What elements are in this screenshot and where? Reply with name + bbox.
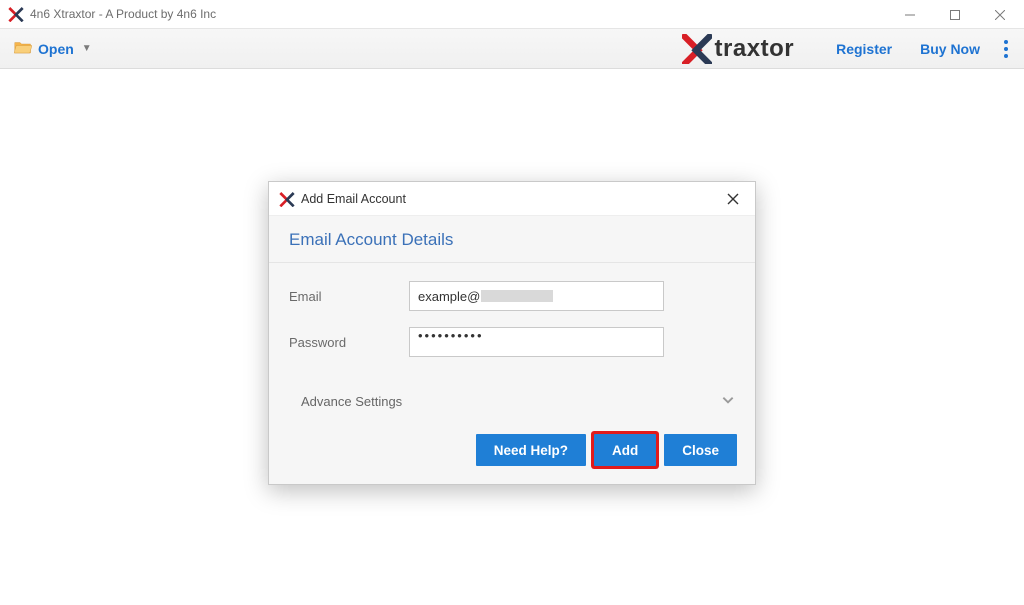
open-menu-button[interactable]: Open ▼ (14, 40, 92, 57)
titlebar: 4n6 Xtraxtor - A Product by 4n6 Inc (0, 0, 1024, 29)
password-row: Password •••••••••• (289, 327, 735, 357)
window-controls (887, 0, 1022, 28)
dialog-logo-icon (279, 191, 295, 207)
window-title: 4n6 Xtraxtor - A Product by 4n6 Inc (30, 7, 887, 21)
need-help-button[interactable]: Need Help? (476, 434, 586, 466)
more-menu-button[interactable] (994, 40, 1014, 58)
email-label: Email (289, 289, 409, 304)
section-title: Email Account Details (269, 216, 755, 263)
account-form: Email example@ Password •••••••••• (269, 263, 755, 379)
open-label: Open (38, 41, 74, 57)
redacted-domain (481, 290, 553, 302)
advance-settings-toggle[interactable]: Advance Settings (269, 379, 755, 418)
dialog-title: Add Email Account (301, 192, 721, 206)
email-input[interactable]: example@ (409, 281, 664, 311)
email-row: Email example@ (289, 281, 735, 311)
advance-settings-label: Advance Settings (301, 394, 402, 409)
add-email-account-dialog: Add Email Account Email Account Details … (268, 181, 756, 485)
folder-icon (14, 40, 32, 57)
maximize-button[interactable] (932, 0, 977, 29)
brand-x-icon (682, 34, 712, 64)
dialog-actions: Need Help? Add Close (269, 418, 755, 466)
chevron-down-icon (721, 393, 735, 410)
close-button[interactable]: Close (664, 434, 737, 466)
password-input[interactable]: •••••••••• (409, 327, 664, 357)
app-logo-icon (8, 6, 24, 22)
dialog-close-button[interactable] (721, 187, 745, 211)
window-close-button[interactable] (977, 0, 1022, 29)
email-prefix: example@ (418, 289, 480, 304)
dialog-header: Add Email Account (269, 182, 755, 216)
brand-text: traxtor (715, 35, 795, 63)
minimize-button[interactable] (887, 0, 932, 29)
dialog-body: Email Account Details Email example@ Pas… (269, 216, 755, 484)
buy-now-link[interactable]: Buy Now (920, 41, 980, 57)
brand-logo: traxtor (682, 34, 795, 64)
register-link[interactable]: Register (836, 41, 892, 57)
main-toolbar: Open ▼ traxtor Register Buy Now (0, 29, 1024, 69)
caret-down-icon: ▼ (82, 43, 92, 54)
password-label: Password (289, 335, 409, 350)
add-button[interactable]: Add (594, 434, 656, 466)
